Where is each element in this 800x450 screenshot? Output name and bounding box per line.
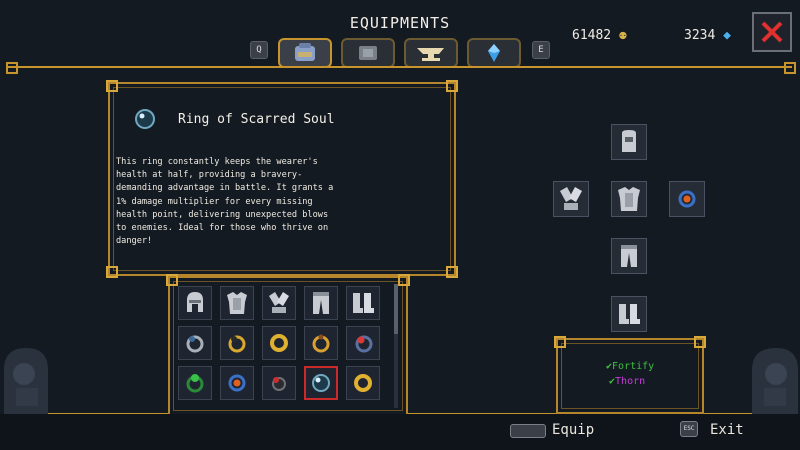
inventory-slot-ring-dark-orb-selected[interactable] [304,366,338,400]
ring-gold-icon [312,334,330,353]
tab-inventory[interactable] [278,38,332,68]
spacebar-key-icon [510,424,546,438]
equip-slot-hands[interactable] [553,181,589,217]
ring-ruby-gem-icon [228,374,246,392]
ring-dark-icon [272,377,286,391]
left-statue-icon [0,336,52,418]
ring-blue-gem-icon [355,335,373,353]
equip-slot-body[interactable] [611,181,647,217]
page-title: EQUIPMENTS [349,14,451,32]
item-name: Ring of Scarred Soul [178,112,335,127]
chestplate-icon [618,187,640,211]
equip-slot-head[interactable] [611,124,647,160]
inventory-slot-helmet[interactable] [178,286,212,320]
header-divider [8,66,792,68]
inventory-grid [178,286,380,400]
helmet-icon [187,292,203,312]
anvil-icon [417,48,444,61]
inventory-slot-ring-gold[interactable] [304,326,338,360]
ring-emerald-icon [186,374,204,393]
ring-ruby-gem-icon [678,190,696,208]
gold-counter: 61482 ⚉ [572,28,627,43]
crystal-icon [488,44,500,62]
tab-forge[interactable] [404,38,458,68]
armor-icon [359,46,377,60]
prev-tab-key[interactable]: Q [250,41,268,59]
ring-silver-icon [186,335,204,353]
item-description: This ring constantly keeps the wearer's … [116,157,334,247]
inventory-slot-boots[interactable] [346,286,380,320]
exit-button[interactable]: Exit [710,422,744,438]
inventory-slot-gauntlets[interactable] [262,286,296,320]
backpack-icon [295,43,315,61]
equip-slot-feet[interactable] [611,296,647,332]
perk-fortify: ✔Fortify [606,361,654,372]
inventory-slot-chestplate[interactable] [220,286,254,320]
inventory-slot-pants[interactable] [304,286,338,320]
crystal-small-icon: ◆ [723,28,731,43]
inventory-slot-ring-gold[interactable] [220,326,254,360]
inventory-slot-ring-gold[interactable] [346,366,380,400]
gauntlets-icon [560,187,582,210]
scrollbar-thumb[interactable] [394,284,398,334]
inventory-slot-ring-emerald[interactable] [178,366,212,400]
close-icon [761,21,783,43]
helmet-icon [622,130,636,152]
gold-amount: 61482 [572,28,612,43]
equip-slot-ring[interactable] [669,181,705,217]
equip-slot-legs[interactable] [611,238,647,274]
crystal-amount: 3234 [684,28,716,43]
chestplate-icon [227,292,247,314]
dark-orb-ring-icon [134,108,156,134]
dark-orb-ring-icon [312,374,330,392]
inventory-slot-ring-gold[interactable] [262,326,296,360]
perk-thorn: ✔Thorn [609,376,645,387]
coins-icon: ⚉ [618,28,627,43]
pants-icon [313,292,329,314]
inventory-scrollbar[interactable] [394,284,398,408]
ring-gold-icon [228,335,246,353]
divider-ornament-right [784,62,796,74]
inventory-slot-ring-silver[interactable] [178,326,212,360]
tab-crystal[interactable] [467,38,521,68]
ring-gold-icon [354,374,372,392]
inventory-slot-ring-ruby-gem[interactable] [220,366,254,400]
next-tab-key[interactable]: E [532,41,550,59]
inventory-slot-ring-dark[interactable] [262,366,296,400]
ring-gold-icon [270,334,288,352]
perk-label: Thorn [615,376,646,387]
crystal-counter: 3234 ◆ [684,28,731,43]
boots-icon [619,304,640,324]
close-button[interactable] [752,12,792,52]
boots-icon [353,293,374,313]
equip-button[interactable]: Equip [552,422,594,438]
divider-ornament-left [6,62,18,74]
tab-armor[interactable] [341,38,395,68]
perk-label: Fortify [612,361,655,372]
esc-key: ESC [680,421,698,437]
right-statue-icon [750,336,800,418]
gauntlets-icon [269,292,289,313]
inventory-slot-ring-blue-gem[interactable] [346,326,380,360]
pants-icon [621,245,637,267]
